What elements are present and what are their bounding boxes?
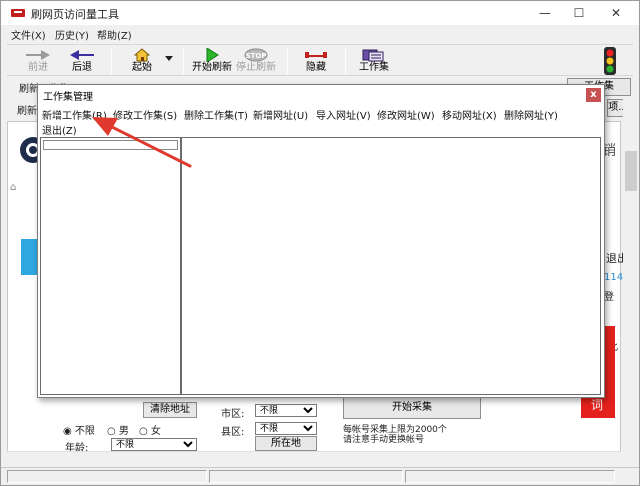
switch-account-note: 请注意手动更换帐号 [343,435,425,445]
county-select[interactable]: 不限 [255,422,317,435]
refresh-label-2: 刷新 [17,106,37,117]
home-icon [134,48,150,62]
age-select[interactable]: 不限 [111,438,197,451]
gender-female-label: 女 [150,426,161,437]
play-icon [206,48,219,62]
toolbar-separator [345,48,346,74]
status-cell-2 [209,470,403,483]
menu-add-url[interactable]: 新增网址(U) [253,107,308,122]
url-list-pane[interactable] [181,137,601,395]
back-arrow-icon [70,50,94,60]
city-select[interactable]: 不限 [255,404,317,417]
start-dropdown-chevron-icon[interactable] [165,56,173,61]
menu-history[interactable]: 历史(Y) [55,27,89,42]
gender-female-radio[interactable]: ○ 女 [139,422,161,437]
county-label: 县区: [221,427,245,438]
window-title: 刷网页访问量工具 [31,8,119,21]
start-collect-button[interactable]: 开始采集 [343,397,481,419]
workset-tree-pane[interactable] [40,137,181,395]
menu-edit-url[interactable]: 修改网址(W) [377,107,435,122]
workset-tree-header[interactable] [43,140,178,150]
stop-icon: STOP [244,48,268,62]
workset-icon [362,49,384,62]
clear-address-button[interactable]: 清除地址 [143,402,197,418]
red-promo-text: 词 [591,398,604,412]
start-page-label: 起始 [132,62,152,73]
hide-icon [305,52,327,58]
menu-exit[interactable]: 退出(Z) [42,122,77,137]
toolbar-separator [287,48,288,74]
forward-label: 前进 [28,62,48,73]
gender-male-label: 男 [118,426,129,437]
number-text: 114 [604,272,624,283]
location-button[interactable]: 所在地 [255,436,317,451]
menu-bar: 文件(X) 历史(Y) 帮助(Z) [1,25,639,43]
start-page-button[interactable]: 起始 [125,46,159,76]
menu-import-url[interactable]: 导入网址(V) [316,107,371,122]
start-refresh-button[interactable]: 开始刷新 [191,46,233,76]
menu-move-url[interactable]: 移动网址(X) [442,107,497,122]
toolbar: 前进 后退 起始 开始刷新 STOP 停止刷新 隐藏 工作集 [7,44,633,76]
gender-unlimited-radio[interactable]: ◉ 不限 [63,422,95,437]
back-button[interactable]: 后退 [65,46,99,76]
forward-button[interactable]: 前进 [21,46,55,76]
workset-dialog: 工作集管理 x 新增工作集(R) 修改工作集(S) 删除工作集(T) 新增网址(… [37,84,605,398]
menu-help[interactable]: 帮助(Z) [97,27,132,42]
stop-badge-text: STOP [246,52,267,60]
start-refresh-label: 开始刷新 [192,62,232,73]
maximize-button[interactable]: ☐ [567,4,591,22]
gender-male-radio[interactable]: ○ 男 [107,422,129,437]
menu-edit-workset[interactable]: 修改工作集(S) [113,107,177,122]
dialog-close-button[interactable]: x [586,88,601,102]
stop-refresh-label: 停止刷新 [236,62,276,73]
toolbar-separator [111,48,112,74]
toolbar-separator [183,48,184,74]
menu-delete-url[interactable]: 删除网址(Y) [504,107,558,122]
hide-button[interactable]: 隐藏 [299,46,333,76]
stop-refresh-button[interactable]: STOP 停止刷新 [235,46,277,76]
menu-add-workset[interactable]: 新增工作集(R) [42,107,107,122]
traffic-light-icon [604,47,616,75]
status-bar [1,467,639,485]
workset-label: 工作集 [359,62,389,73]
home-breadcrumb-icon[interactable]: ⌂ [10,182,16,193]
close-button[interactable]: ✕ [604,4,628,22]
menu-delete-workset[interactable]: 删除工作集(T) [184,107,248,122]
horizontal-scrollbar[interactable] [7,451,621,465]
vertical-scrollbar-thumb[interactable] [625,151,637,191]
minimize-button[interactable]: — [533,4,557,22]
hide-label: 隐藏 [306,62,326,73]
menu-file[interactable]: 文件(X) [11,27,46,42]
back-label: 后退 [72,62,92,73]
status-cell-3 [405,470,615,483]
login-text: 登 [604,292,614,303]
title-bar: 刷网页访问量工具 — ☐ ✕ [1,1,639,25]
gender-unlimited-label: 不限 [74,426,95,437]
app-logo-icon [11,9,25,17]
workset-button[interactable]: 工作集 [357,46,391,76]
status-cell-1 [7,470,207,483]
dialog-menu-bar: 新增工作集(R) 修改工作集(S) 删除工作集(T) 新增网址(U) 导入网址(… [38,105,604,137]
city-label: 市区: [221,409,245,420]
dialog-title: 工作集管理 [43,92,93,103]
forward-arrow-icon [26,50,50,60]
